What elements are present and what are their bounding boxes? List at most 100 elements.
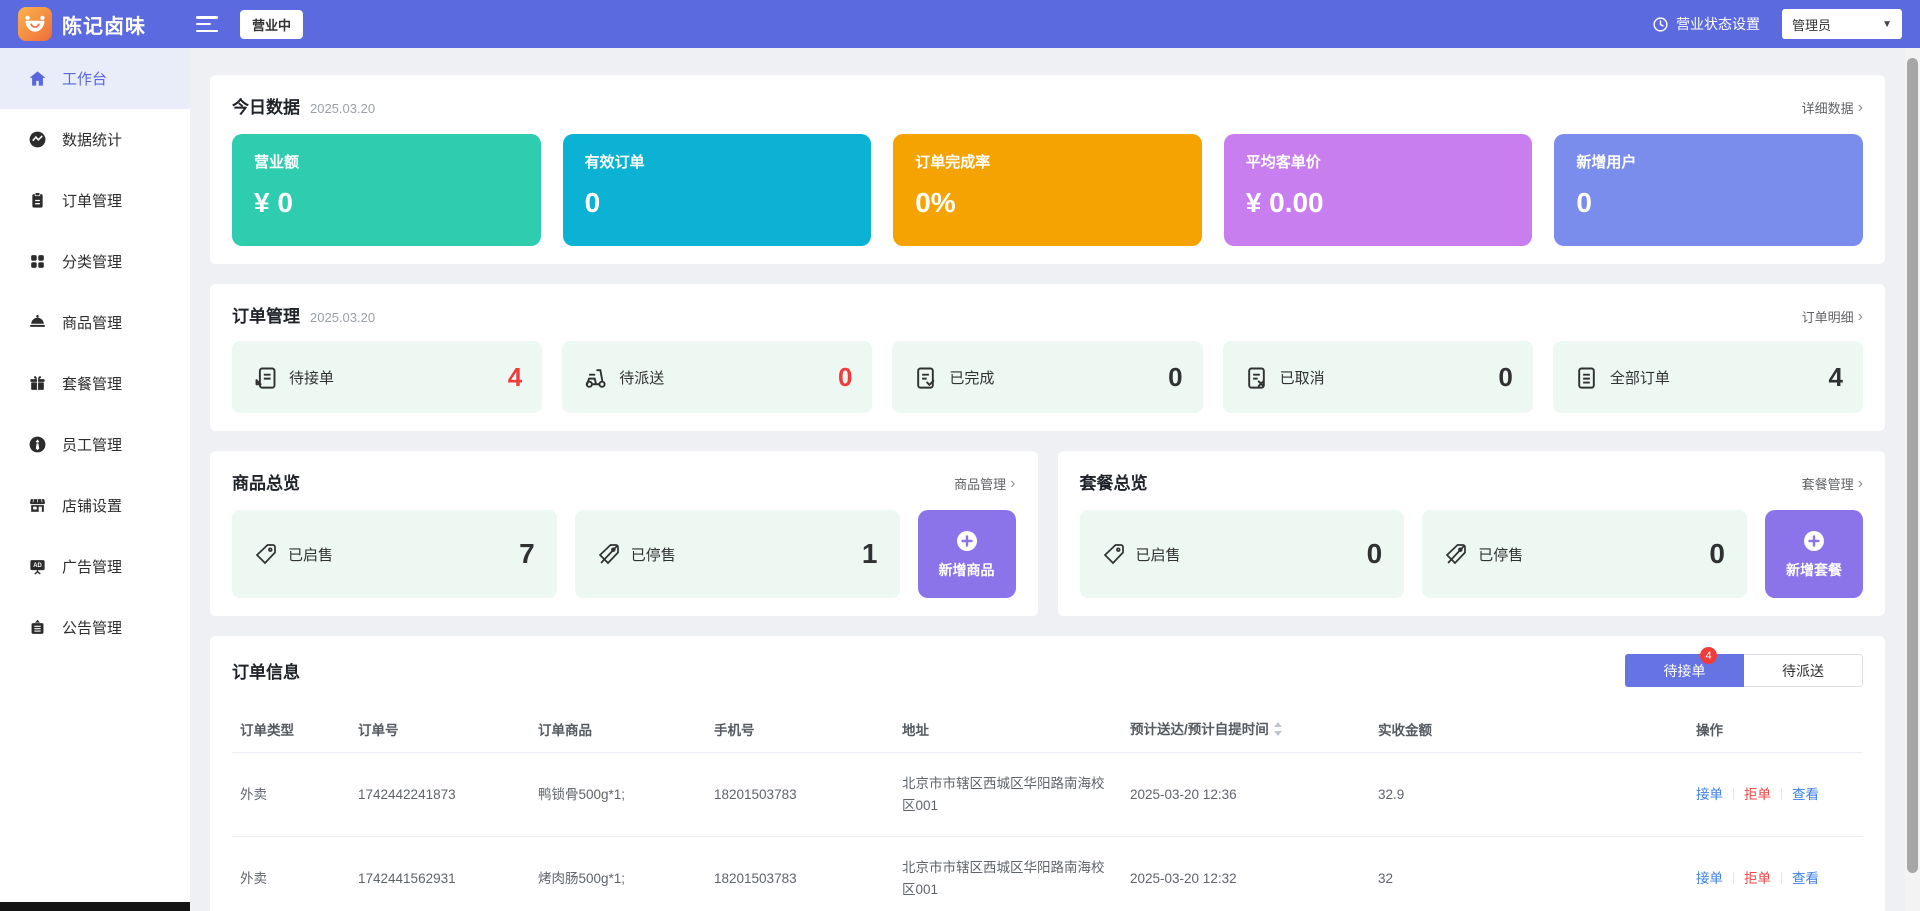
cell-order-items: 烤肉肠500g*1; (530, 836, 706, 911)
stat-value: 7 (519, 538, 535, 569)
stat-card-value: ¥ 0.00 (1245, 187, 1324, 218)
shop-icon (30, 499, 45, 512)
user-role-value: 管理员 (1792, 17, 1832, 33)
cell-eta: 2025-03-20 12:32 (1122, 836, 1370, 911)
today-data-section: 今日数据 2025.03.20 详细数据 › 营业额 ¥ 0 有效订单 0 订单完… (210, 75, 1885, 264)
order-stat-pending-accept[interactable]: 待接单 4 (232, 341, 543, 413)
order-stat-cancelled[interactable]: 已取消 0 (1222, 341, 1533, 413)
product-off-sale-stat[interactable]: 已停售 1 (574, 510, 900, 598)
order-stat-pending-delivery[interactable]: 待派送 0 (562, 341, 873, 413)
stat-card-revenue[interactable]: 营业额 ¥ 0 (232, 134, 541, 246)
today-data-detail-link[interactable]: 详细数据 › (1802, 98, 1863, 117)
sidebar-item-workbench[interactable]: 工作台 (0, 48, 190, 109)
order-stat-value: 4 (507, 361, 523, 392)
col-address: 地址 (894, 705, 1122, 753)
business-status-setting[interactable]: 营业状态设置 (1652, 14, 1760, 34)
cell-amount: 32.9 (1370, 752, 1688, 838)
sidebar-item-label: 分类管理 (62, 254, 123, 271)
plus-circle-icon (956, 530, 977, 551)
stat-card-label: 有效订单 (584, 154, 645, 171)
clipboard-list-icon (1578, 367, 1595, 389)
stat-label: 已启售 (288, 546, 334, 564)
sidebar-item-label: 工作台 (62, 71, 108, 88)
view-order-link[interactable]: 查看 (1792, 787, 1819, 802)
tab-badge: 4 (1700, 647, 1717, 664)
sidebar-item-label: 店铺设置 (62, 498, 123, 515)
ad-icon: AD (30, 560, 45, 575)
clock-icon (1652, 16, 1669, 33)
accept-order-link[interactable]: 接单 (1696, 787, 1723, 802)
sidebar-item-notice-management[interactable]: 公告管理 (0, 597, 190, 658)
orders-icon (32, 192, 43, 208)
sort-icon[interactable] (1273, 722, 1283, 739)
order-stat-completed[interactable]: 已完成 0 (892, 341, 1203, 413)
order-detail-link[interactable]: 订单明细 › (1802, 307, 1863, 326)
cell-phone: 18201503783 (706, 836, 894, 911)
sidebar-item-statistics[interactable]: 数据统计 (0, 109, 190, 170)
order-management-title: 订单管理 (232, 307, 300, 326)
col-eta[interactable]: 预计送达/预计自提时间 (1122, 705, 1370, 753)
sidebar-item-combo-management[interactable]: 套餐管理 (0, 353, 190, 414)
tab-pending-delivery[interactable]: 待派送 (1744, 654, 1863, 687)
combo-icon (30, 376, 45, 390)
reject-order-link[interactable]: 拒单 (1744, 871, 1771, 886)
add-product-button[interactable]: 新增商品 (917, 510, 1016, 598)
combo-management-link[interactable]: 套餐管理 › (1802, 474, 1863, 493)
tag-off-icon (598, 544, 619, 565)
product-overview-title: 商品总览 (232, 474, 300, 493)
sidebar-item-label: 订单管理 (62, 193, 123, 210)
tab-pending-accept[interactable]: 待接单 4 (1625, 647, 1744, 687)
order-stat-label: 全部订单 (1609, 369, 1670, 387)
tag-icon (1103, 544, 1124, 565)
stat-card-new-users[interactable]: 新增用户 0 (1554, 134, 1863, 246)
product-management-link[interactable]: 商品管理 › (954, 474, 1015, 493)
sidebar-item-order-management[interactable]: 订单管理 (0, 170, 190, 231)
add-combo-button[interactable]: 新增套餐 (1765, 510, 1863, 598)
chevron-right-icon: › (1857, 307, 1863, 325)
stat-card-avg-order-value[interactable]: 平均客单价 ¥ 0.00 (1223, 134, 1533, 246)
order-stat-value: 0 (837, 361, 853, 392)
cell-address: 北京市市辖区西城区华阳路南海校区001 (894, 836, 1122, 911)
view-order-link[interactable]: 查看 (1792, 871, 1819, 886)
sidebar-item-product-management[interactable]: 商品管理 (0, 292, 190, 353)
category-icon (31, 255, 44, 268)
brand: 陈记卤味 (18, 7, 146, 41)
stat-value: 1 (861, 538, 878, 569)
reject-order-link[interactable]: 拒单 (1744, 787, 1771, 802)
menu-toggle-icon[interactable] (196, 16, 218, 32)
combo-on-sale-stat[interactable]: 已启售 0 (1079, 510, 1405, 598)
clipboard-in-icon (255, 367, 276, 389)
cell-order-items: 鸭锁骨500g*1; (530, 752, 706, 838)
user-role-dropdown[interactable]: 管理员 ▼ (1782, 9, 1902, 39)
sidebar-item-category-management[interactable]: 分类管理 (0, 231, 190, 292)
product-on-sale-stat[interactable]: 已启售 7 (232, 510, 557, 598)
sidebar-item-staff-management[interactable]: 员工管理 (0, 414, 190, 475)
stat-card-value: 0 (1576, 187, 1592, 218)
order-info-tabs: 待接单 4 待派送 (1625, 647, 1863, 687)
scrollbar-thumb[interactable] (1907, 58, 1918, 873)
vertical-scrollbar[interactable] (1905, 48, 1920, 911)
main-content: 今日数据 2025.03.20 详细数据 › 营业额 ¥ 0 有效订单 0 订单完… (190, 48, 1905, 911)
combo-off-sale-stat[interactable]: 已停售 0 (1422, 510, 1747, 598)
bottom-dark-strip (0, 902, 190, 911)
stat-card-label: 新增用户 (1576, 154, 1637, 171)
table-row: 外卖 1742442241873 鸭锁骨500g*1; 18201503783 … (232, 752, 1863, 838)
sidebar-item-ad-management[interactable]: AD 广告管理 (0, 536, 190, 597)
stat-card-valid-orders[interactable]: 有效订单 0 (562, 134, 872, 246)
cell-actions: 接单 拒单 查看 (1688, 752, 1863, 838)
chevron-right-icon: › (1857, 98, 1863, 116)
order-table-header-row: 订单类型 订单号 订单商品 手机号 地址 预计送达/预计自提时间 实收金额 操作 (232, 705, 1863, 753)
order-management-date: 2025.03.20 (310, 310, 376, 325)
sidebar-item-label: 员工管理 (62, 437, 123, 454)
order-stat-all[interactable]: 全部订单 4 (1552, 341, 1864, 413)
stat-card-value: ¥ 0 (254, 187, 293, 218)
sidebar-item-label: 广告管理 (62, 559, 123, 576)
accept-order-link[interactable]: 接单 (1696, 871, 1723, 886)
product-overview-section: 商品总览 商品管理 › 已启售 7 已停售 1 新增商品 (210, 451, 1038, 616)
home-icon (29, 71, 46, 86)
stat-card-completion-rate[interactable]: 订单完成率 0% (893, 134, 1202, 246)
sidebar-item-shop-settings[interactable]: 店铺设置 (0, 475, 190, 536)
staff-icon (29, 436, 46, 453)
cell-address: 北京市市辖区西城区华阳路南海校区001 (894, 752, 1122, 838)
business-status-badge[interactable]: 营业中 (240, 9, 304, 39)
